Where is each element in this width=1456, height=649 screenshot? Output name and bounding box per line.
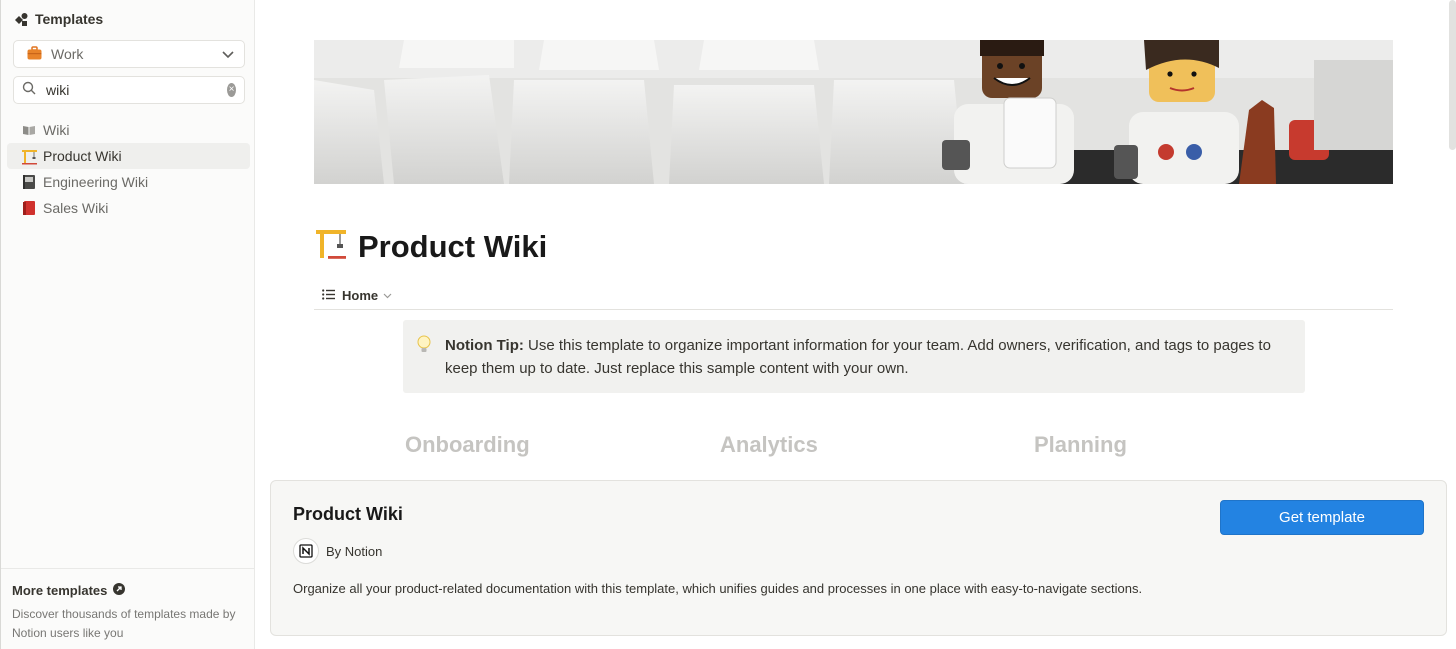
search-icon [22, 81, 36, 100]
search-input[interactable] [46, 82, 227, 98]
sidebar-title: Templates [35, 11, 104, 27]
callout-text: Use this template to organize important … [445, 337, 1271, 377]
template-list: Wiki Product Wiki Engineering Wiki Sales… [7, 117, 250, 221]
sidebar-item-label: Wiki [43, 122, 70, 138]
sidebar-item-sales-wiki[interactable]: Sales Wiki [7, 195, 250, 221]
callout-label: Notion Tip: [445, 337, 524, 354]
sidebar-item-label: Product Wiki [43, 148, 122, 164]
briefcase-icon [27, 45, 42, 63]
crane-icon [20, 147, 38, 165]
chevron-down-icon[interactable] [383, 291, 392, 301]
lightbulb-icon [417, 335, 431, 362]
notebook-icon [20, 173, 38, 191]
more-templates-section[interactable]: More templates Discover thousands of tem… [1, 568, 255, 649]
template-info-card: Product Wiki By Notion Organize all your… [270, 480, 1447, 636]
cover-image [314, 40, 1393, 184]
category-selected: Work [51, 46, 84, 62]
section-heading: Analytics [720, 432, 818, 457]
sidebar-item-label: Sales Wiki [43, 200, 109, 216]
template-author: By Notion [293, 538, 382, 564]
templates-icon [13, 11, 29, 27]
page-title-text: Product Wiki [358, 229, 548, 264]
sidebar-item-wiki[interactable]: Wiki [7, 117, 250, 143]
chevron-down-icon [222, 46, 234, 62]
tip-callout: Notion Tip: Use this template to organiz… [403, 320, 1305, 393]
list-icon [322, 288, 335, 303]
sidebar-header: Templates [13, 11, 103, 27]
card-title: Product Wiki [293, 504, 403, 524]
sidebar-item-label: Engineering Wiki [43, 174, 149, 190]
sidebar-item-product-wiki[interactable]: Product Wiki [7, 143, 250, 169]
templates-sidebar: Templates Work × Wiki [0, 0, 255, 649]
category-dropdown[interactable]: Work [13, 40, 245, 68]
book-icon [20, 121, 38, 139]
more-templates-label: More templates [12, 583, 108, 598]
scrollbar[interactable] [1449, 0, 1456, 150]
author-name: By Notion [326, 543, 383, 559]
clear-search-icon[interactable]: × [227, 83, 236, 97]
section-heading: Onboarding [405, 432, 530, 457]
arrow-up-right-icon [113, 583, 126, 598]
section-heading: Planning [1034, 432, 1127, 457]
more-templates-title: More templates [12, 583, 244, 598]
notion-logo-icon [293, 538, 319, 564]
card-description: Organize all your product-related docume… [293, 581, 1143, 596]
template-search: × [13, 76, 245, 104]
crane-icon [314, 226, 348, 268]
view-tabbar: Home [314, 282, 1393, 310]
page-title: Product Wiki [314, 226, 547, 268]
get-template-button[interactable]: Get template [1220, 500, 1424, 535]
tab-home[interactable]: Home [342, 288, 378, 303]
red-book-icon [20, 199, 38, 217]
more-templates-description: Discover thousands of templates made by … [12, 607, 236, 640]
section-headings: Onboarding Analytics Planning [256, 432, 1456, 462]
sidebar-item-engineering-wiki[interactable]: Engineering Wiki [7, 169, 250, 195]
